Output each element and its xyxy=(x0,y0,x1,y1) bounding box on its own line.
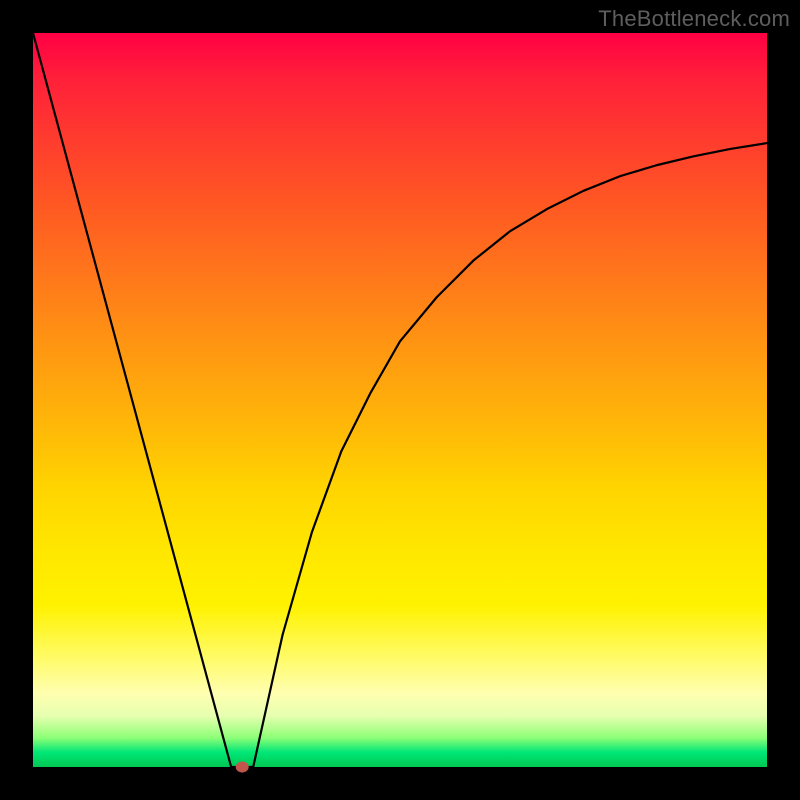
plot-area xyxy=(33,33,767,767)
chart-svg xyxy=(33,33,767,767)
chart-container: TheBottleneck.com xyxy=(0,0,800,800)
optimum-marker xyxy=(236,762,248,772)
bottleneck-curve xyxy=(33,33,767,767)
watermark-text: TheBottleneck.com xyxy=(598,6,790,32)
